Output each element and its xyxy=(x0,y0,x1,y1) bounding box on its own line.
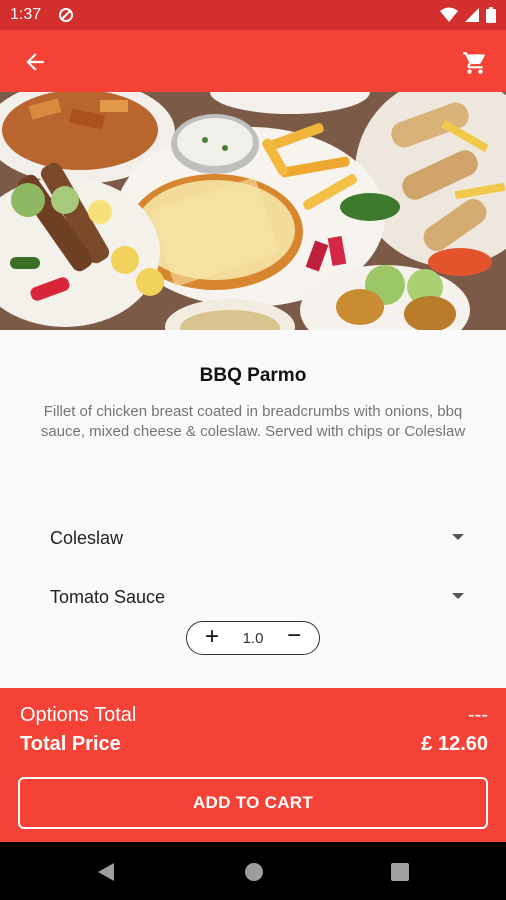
battery-icon xyxy=(486,7,496,23)
app-bar xyxy=(0,30,506,92)
signal-icon xyxy=(465,8,479,22)
system-navigation-bar xyxy=(0,842,506,900)
arrow-back-icon[interactable] xyxy=(22,49,48,75)
status-time: 1:37 xyxy=(10,6,42,23)
square-recents-icon[interactable] xyxy=(390,862,410,882)
quantity-stepper: + 1.0 − xyxy=(186,621,320,655)
option-dropdown-side[interactable]: Coleslaw xyxy=(50,524,470,552)
option-dropdown-value: Tomato Sauce xyxy=(50,587,166,607)
product-details: BBQ Parmo Fillet of chicken breast coate… xyxy=(0,330,506,688)
checkout-panel: Options Total --- Total Price £ 12.60 AD… xyxy=(0,688,506,842)
shopping-cart-icon[interactable] xyxy=(462,50,488,76)
status-icons xyxy=(440,7,496,23)
product-title: BBQ Parmo xyxy=(199,365,307,386)
options-total-value: --- xyxy=(468,704,488,726)
add-to-cart-button[interactable]: ADD TO CART xyxy=(18,777,488,829)
triangle-back-icon[interactable] xyxy=(96,862,116,882)
option-dropdown-sauce[interactable]: Tomato Sauce xyxy=(50,583,470,611)
data-saver-icon xyxy=(59,8,73,22)
product-image xyxy=(0,92,506,330)
product-description: Fillet of chicken breast coated in bread… xyxy=(40,403,466,440)
status-bar: 1:37 xyxy=(0,0,506,30)
wifi-icon xyxy=(440,7,458,22)
total-price-value: £ 12.60 xyxy=(421,733,488,755)
food-platter-illustration xyxy=(0,92,506,330)
decrease-quantity-button[interactable]: − xyxy=(287,624,301,648)
total-price-label: Total Price xyxy=(20,733,121,755)
options-total-label: Options Total xyxy=(20,704,137,726)
dropdown-arrow-icon xyxy=(452,593,464,599)
option-dropdown-value: Coleslaw xyxy=(50,528,124,548)
circle-home-icon[interactable] xyxy=(244,862,264,882)
dropdown-arrow-icon xyxy=(452,534,464,540)
